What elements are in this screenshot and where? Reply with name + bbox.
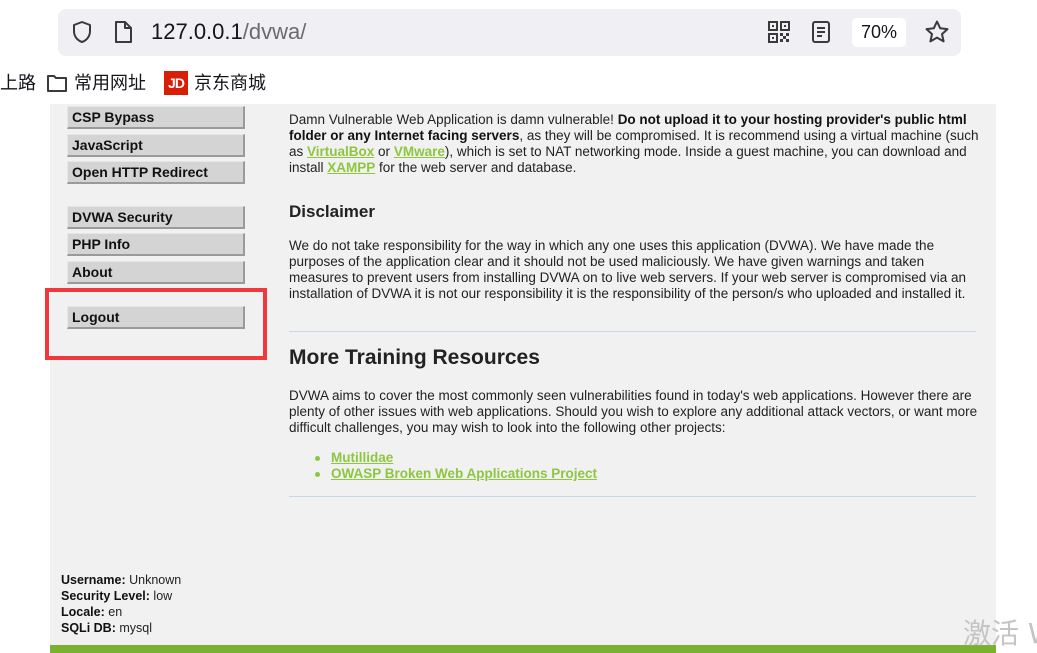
bookmarks-bar: 上路 常用网址 JD 京东商城 bbox=[0, 64, 1037, 104]
disclaimer-paragraph: We do not take responsibility for the wa… bbox=[289, 238, 967, 301]
menu-csp-bypass[interactable]: CSP Bypass bbox=[67, 106, 245, 129]
xampp-link[interactable]: XAMPP bbox=[327, 160, 375, 175]
owasp-bwa-link[interactable]: OWASP Broken Web Applications Project bbox=[331, 466, 597, 481]
menu-about[interactable]: About bbox=[67, 261, 245, 284]
intro-text: Damn Vulnerable Web Application is damn … bbox=[289, 112, 618, 127]
status-value: Unknown bbox=[129, 573, 182, 587]
mutillidae-link[interactable]: Mutillidae bbox=[331, 450, 393, 465]
status-sqli-db: SQLi DB: mysql bbox=[61, 620, 181, 636]
session-status: Username: Unknown Security Level: low Lo… bbox=[61, 572, 181, 636]
menu-javascript[interactable]: JavaScript bbox=[67, 134, 245, 157]
address-bar[interactable]: 127.0.0.1/dvwa/ 70% bbox=[58, 9, 961, 56]
status-label: Locale: bbox=[61, 605, 105, 619]
resources-heading: More Training Resources bbox=[289, 346, 540, 369]
resources-paragraph: DVWA aims to cover the most commonly see… bbox=[289, 388, 978, 435]
zoom-level-button[interactable]: 70% bbox=[852, 18, 906, 47]
intro-paragraph: Damn Vulnerable Web Application is damn … bbox=[289, 112, 979, 176]
status-value: low bbox=[153, 589, 173, 603]
status-security-level: Security Level: low bbox=[61, 588, 181, 604]
browser-toolbar: 127.0.0.1/dvwa/ 70% bbox=[0, 0, 1037, 64]
divider bbox=[289, 496, 976, 497]
url-text[interactable]: 127.0.0.1/dvwa/ bbox=[151, 20, 306, 44]
folder-icon[interactable] bbox=[46, 73, 68, 93]
status-label: SQLi DB: bbox=[61, 621, 116, 635]
menu-php-info[interactable]: PHP Info bbox=[67, 233, 245, 256]
web-page: CSP Bypass JavaScript Open HTTP Redirect… bbox=[0, 104, 1037, 653]
url-path: /dvwa/ bbox=[242, 19, 307, 44]
shield-icon[interactable] bbox=[70, 20, 94, 44]
activation-watermark: 激活 W bbox=[963, 617, 1037, 650]
resources-list: Mutillidae OWASP Broken Web Applications… bbox=[313, 450, 597, 482]
logout-highlight-box bbox=[45, 288, 267, 360]
bookmark-star-icon[interactable] bbox=[924, 19, 950, 45]
intro-text: or bbox=[374, 144, 394, 159]
dvwa-container: CSP Bypass JavaScript Open HTTP Redirect… bbox=[45, 104, 996, 653]
list-item: OWASP Broken Web Applications Project bbox=[313, 466, 597, 482]
disclaimer-heading: Disclaimer bbox=[289, 202, 375, 221]
bookmark-item[interactable]: 上路 bbox=[0, 72, 36, 96]
status-username: Username: Unknown bbox=[61, 572, 181, 588]
bookmark-folder-common-sites[interactable]: 常用网址 bbox=[74, 72, 146, 96]
bookmark-jd-mall[interactable]: 京东商城 bbox=[194, 72, 266, 96]
footer-bar bbox=[50, 645, 996, 653]
page-info-icon[interactable] bbox=[112, 20, 134, 44]
divider bbox=[289, 331, 976, 332]
list-item: Mutillidae bbox=[313, 450, 597, 466]
reader-view-icon[interactable] bbox=[810, 20, 832, 44]
menu-dvwa-security[interactable]: DVWA Security bbox=[67, 206, 245, 229]
intro-text: for the web server and database. bbox=[375, 160, 577, 175]
menu-open-http-redirect[interactable]: Open HTTP Redirect bbox=[67, 161, 245, 184]
status-locale: Locale: en bbox=[61, 604, 181, 620]
qr-code-icon[interactable] bbox=[767, 20, 791, 44]
jd-logo-icon[interactable]: JD bbox=[164, 71, 188, 95]
virtualbox-link[interactable]: VirtualBox bbox=[307, 144, 374, 159]
status-value: mysql bbox=[119, 621, 152, 635]
vmware-link[interactable]: VMware bbox=[394, 144, 445, 159]
status-label: Security Level: bbox=[61, 589, 150, 603]
url-host: 127.0.0.1 bbox=[151, 19, 243, 44]
status-label: Username: bbox=[61, 573, 126, 587]
status-value: en bbox=[108, 605, 123, 619]
